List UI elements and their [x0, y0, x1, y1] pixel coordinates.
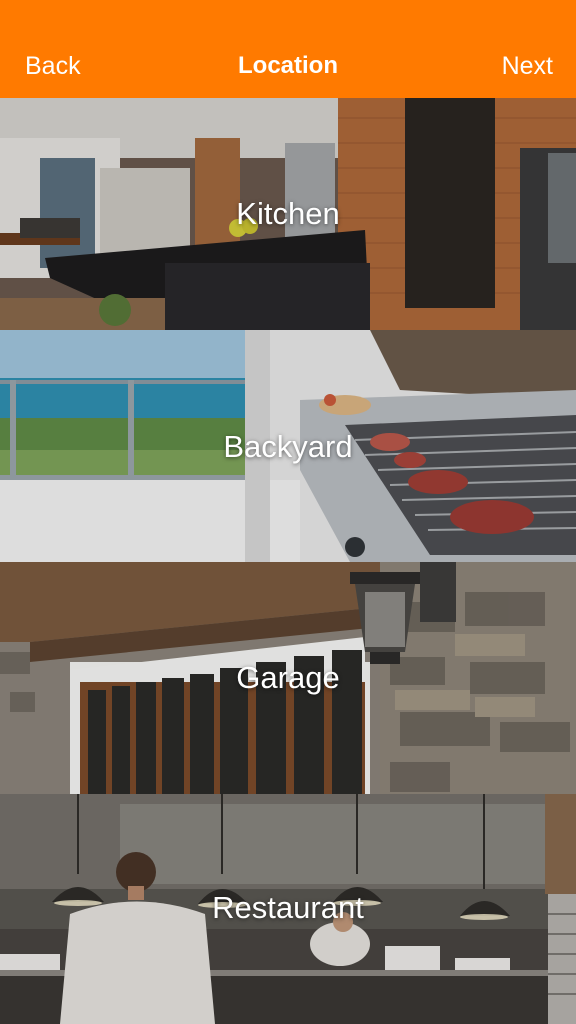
location-label-restaurant: Restaurant — [212, 890, 364, 925]
location-tile-garage[interactable]: Garage — [0, 562, 576, 794]
page-title: Location — [238, 52, 338, 79]
location-tile-kitchen[interactable]: Kitchen — [0, 98, 576, 330]
location-list: Kitchen Backyard Garage Restaurant — [0, 98, 576, 1024]
location-label-kitchen: Kitchen — [236, 196, 340, 231]
nav-bar: Back Location Next — [0, 0, 576, 98]
location-tile-restaurant[interactable]: Restaurant — [0, 794, 576, 1024]
location-label-backyard: Backyard — [223, 429, 353, 464]
location-picker-screen: Back Location Next Kitchen Backyard Gara… — [0, 0, 576, 1024]
location-tile-backyard[interactable]: Backyard — [0, 330, 576, 562]
next-button[interactable]: Next — [502, 50, 553, 82]
location-label-garage: Garage — [236, 660, 340, 695]
